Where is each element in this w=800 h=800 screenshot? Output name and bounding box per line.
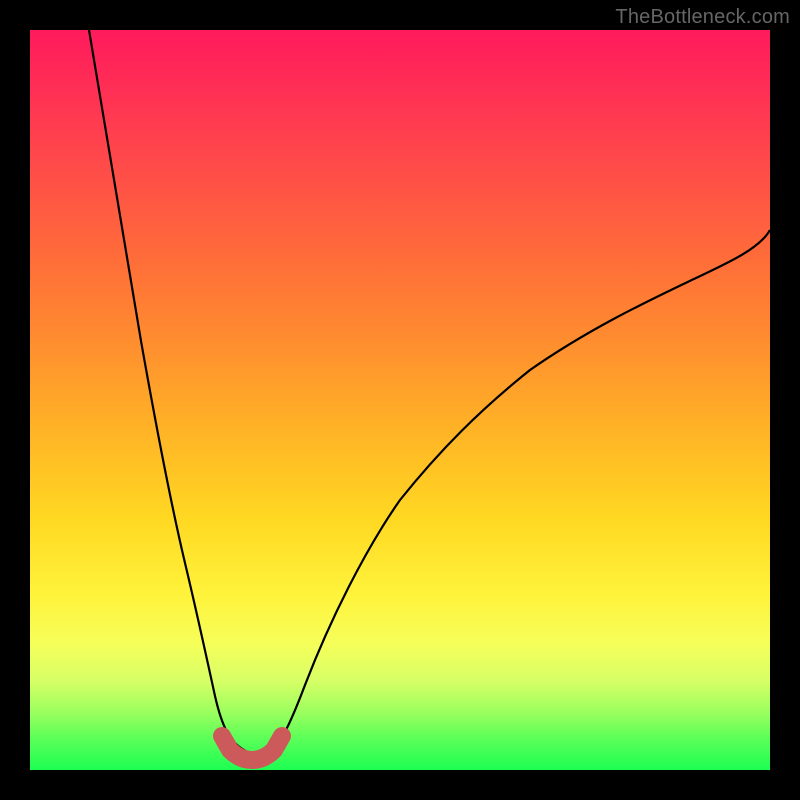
left-curve bbox=[89, 30, 252, 755]
right-curve bbox=[267, 230, 770, 755]
chart-frame: TheBottleneck.com bbox=[0, 0, 800, 800]
plot-area bbox=[30, 30, 770, 770]
watermark-text: TheBottleneck.com bbox=[615, 6, 790, 29]
valley-highlight bbox=[222, 736, 282, 760]
curves-svg bbox=[30, 30, 770, 770]
